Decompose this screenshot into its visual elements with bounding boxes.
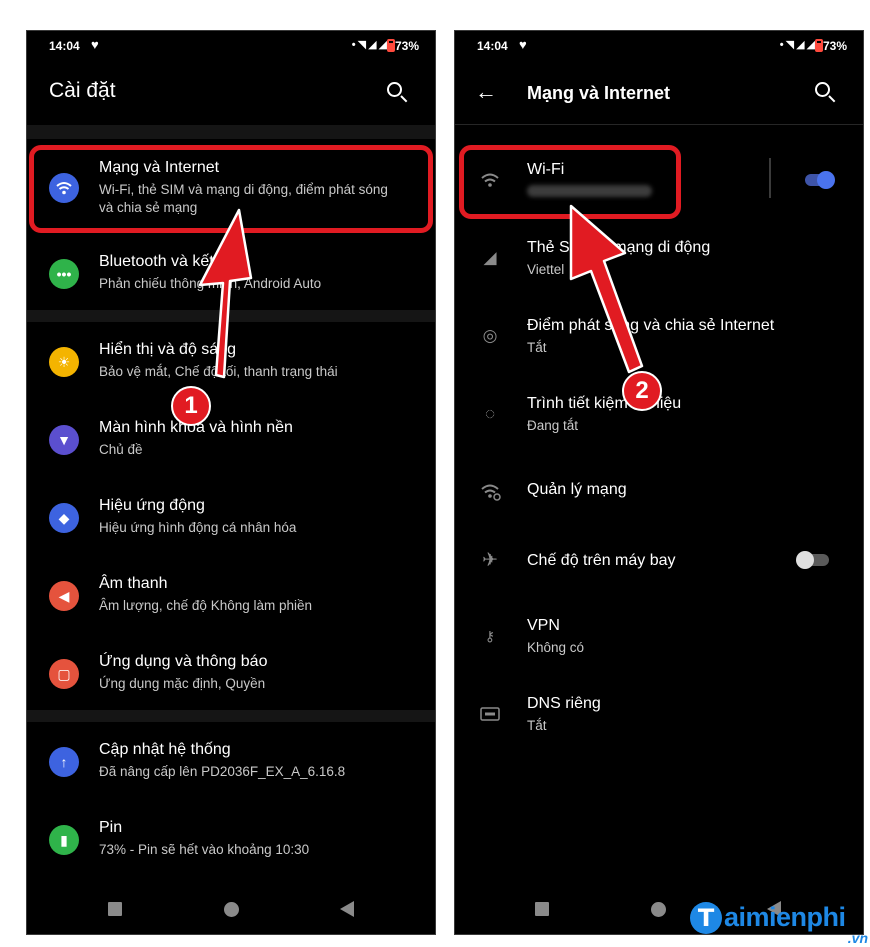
- update-icon: ↑: [49, 747, 79, 777]
- bluetooth-icon: •••: [49, 259, 79, 289]
- network-item-subtitle: Không có: [527, 640, 585, 655]
- settings-item-subtitle: Âm lượng, chế độ Không làm phiền: [99, 598, 313, 613]
- dns-icon: [479, 703, 501, 725]
- settings-item-lockscreen[interactable]: ▼ Màn hình khóa và hình nền Chủ đề: [27, 419, 435, 475]
- watermark-domain: .vn: [847, 930, 868, 946]
- step-badge-2: 2: [622, 371, 662, 411]
- recents-button[interactable]: [535, 902, 549, 916]
- battery-icon: ▮: [49, 825, 79, 855]
- network-item-title: Điểm phát sóng và chia sẻ Internet: [527, 317, 775, 334]
- battery-status-icon: [387, 39, 395, 52]
- settings-item-subtitle: 73% - Pin sẽ hết vào khoảng 10:30: [99, 842, 310, 857]
- hotspot-icon: ◎: [482, 326, 498, 345]
- watermark-logo-icon: T: [690, 902, 722, 934]
- network-item-subtitle: Đang tắt: [527, 418, 579, 433]
- settings-item-display[interactable]: ☀ Hiển thị và độ sáng Bảo vệ mắt, Chế độ…: [27, 341, 435, 397]
- page-title: Mạng và Internet: [527, 83, 671, 103]
- settings-item-sound[interactable]: ◀ Âm thanh Âm lượng, chế độ Không làm ph…: [27, 575, 435, 631]
- settings-item-subtitle: Chủ đề: [99, 442, 143, 457]
- animation-icon: ◆: [49, 503, 79, 533]
- brightness-icon: ☀: [49, 347, 79, 377]
- settings-item-subtitle: Ứng dụng mặc định, Quyền: [99, 676, 266, 691]
- network-item-hotspot[interactable]: ◎ Điểm phát sóng và chia sẻ Internet Tắt: [455, 317, 863, 373]
- settings-item-title: Hiển thị và độ sáng: [99, 341, 236, 358]
- network-item-manage[interactable]: Quản lý mạng: [455, 481, 863, 511]
- toggle-divider: [769, 158, 771, 198]
- settings-item-battery[interactable]: ▮ Pin 73% - Pin sẽ hết vào khoảng 10:30: [27, 819, 435, 875]
- network-item-subtitle: Tắt: [527, 340, 547, 355]
- back-arrow-icon[interactable]: ←: [475, 79, 497, 105]
- group-divider: [27, 310, 435, 322]
- network-item-title: Thẻ SIM và mạng di động: [527, 239, 711, 256]
- battery-percent: 73%: [394, 39, 419, 53]
- wifi-toggle-knob[interactable]: [817, 171, 835, 189]
- signal-status-icons: •◥◢◢: [351, 39, 389, 51]
- network-item-subtitle: Tắt: [527, 718, 547, 733]
- status-time: 14:04: [477, 39, 508, 53]
- network-item-title: Chế độ trên máy bay: [527, 552, 676, 569]
- network-item-subtitle: Viettel: [527, 262, 565, 277]
- settings-item-bluetooth[interactable]: ••• Bluetooth và kết nối Phản chiếu thôn…: [27, 253, 435, 309]
- network-item-vpn[interactable]: ⚷ VPN Không có: [455, 617, 863, 673]
- status-bar: 14:04 ♥ •◥◢◢ 73%: [27, 31, 435, 61]
- settings-item-subtitle: Bảo vệ mắt, Chế độ tối, thanh trạng thái: [99, 364, 338, 379]
- twitter-icon: ♥: [91, 37, 99, 52]
- vpn-key-icon: ⚷: [484, 628, 496, 644]
- sound-icon: ◀: [49, 581, 79, 611]
- watermark-text: aimienphi: [724, 902, 846, 932]
- settings-item-title: Ứng dụng và thông báo: [99, 653, 268, 670]
- twitter-icon: ♥: [519, 37, 527, 52]
- battery-percent: 73%: [822, 39, 847, 53]
- theme-icon: ▼: [49, 425, 79, 455]
- settings-item-title: Âm thanh: [99, 575, 168, 592]
- home-button[interactable]: [224, 902, 239, 917]
- recents-button[interactable]: [108, 902, 122, 916]
- home-button[interactable]: [651, 902, 666, 917]
- search-icon[interactable]: [815, 82, 837, 104]
- battery-status-icon: [815, 39, 823, 52]
- settings-item-animation[interactable]: ◆ Hiệu ứng động Hiệu ứng hình động cá nh…: [27, 497, 435, 553]
- network-item-title: DNS riêng: [527, 695, 601, 712]
- page-title: Cài đặt: [49, 79, 116, 102]
- settings-screen: 14:04 ♥ •◥◢◢ 73% Cài đặt Mạng và Interne…: [26, 30, 436, 935]
- status-time: 14:04: [49, 39, 80, 53]
- network-item-title: VPN: [527, 617, 560, 634]
- highlight-network: [29, 145, 433, 233]
- step-badge-1: 1: [171, 386, 211, 426]
- network-item-data-saver[interactable]: ◌ Trình tiết kiệm dữ liệu Đang tắt: [455, 395, 863, 451]
- settings-item-title: Cập nhật hệ thống: [99, 741, 231, 758]
- nav-bar: [27, 886, 435, 934]
- data-saver-icon: ◌: [484, 404, 496, 423]
- status-bar: 14:04 ♥ •◥◢◢ 73%: [455, 31, 863, 61]
- highlight-wifi: [459, 145, 681, 219]
- network-manage-icon: [479, 480, 501, 502]
- airplane-icon: ✈: [482, 550, 498, 571]
- settings-item-title: Bluetooth và kết nối: [99, 253, 240, 270]
- network-item-sim[interactable]: ◢ Thẻ SIM và mạng di động Viettel: [455, 239, 863, 295]
- network-internet-screen: 14:04 ♥ •◥◢◢ 73% ← Mạng và Internet Wi-F…: [454, 30, 864, 935]
- settings-item-title: Pin: [99, 819, 123, 836]
- airplane-toggle-knob[interactable]: [796, 551, 814, 569]
- settings-item-apps[interactable]: ▢ Ứng dụng và thông báo Ứng dụng mặc địn…: [27, 653, 435, 709]
- settings-item-subtitle: Hiệu ứng hình động cá nhân hóa: [99, 520, 297, 535]
- network-item-title: Quản lý mạng: [527, 481, 627, 498]
- group-divider: [27, 710, 435, 722]
- network-item-dns[interactable]: DNS riêng Tắt: [455, 695, 863, 751]
- watermark-logo: T aimienphi .vn: [690, 900, 870, 947]
- search-icon[interactable]: [387, 82, 409, 104]
- signal-status-icons: •◥◢◢: [779, 39, 817, 51]
- settings-item-title: Hiệu ứng động: [99, 497, 205, 514]
- settings-item-subtitle: Đã nâng cấp lên PD2036F_EX_A_6.16.8: [99, 764, 346, 779]
- settings-item-update[interactable]: ↑ Cập nhật hệ thống Đã nâng cấp lên PD20…: [27, 741, 435, 797]
- header-divider: [27, 125, 435, 139]
- back-button[interactable]: [340, 901, 354, 917]
- header-divider: [455, 124, 863, 125]
- apps-icon: ▢: [49, 659, 79, 689]
- settings-item-subtitle: Phản chiếu thông minh, Android Auto: [99, 276, 322, 291]
- signal-icon: ◢: [483, 248, 497, 267]
